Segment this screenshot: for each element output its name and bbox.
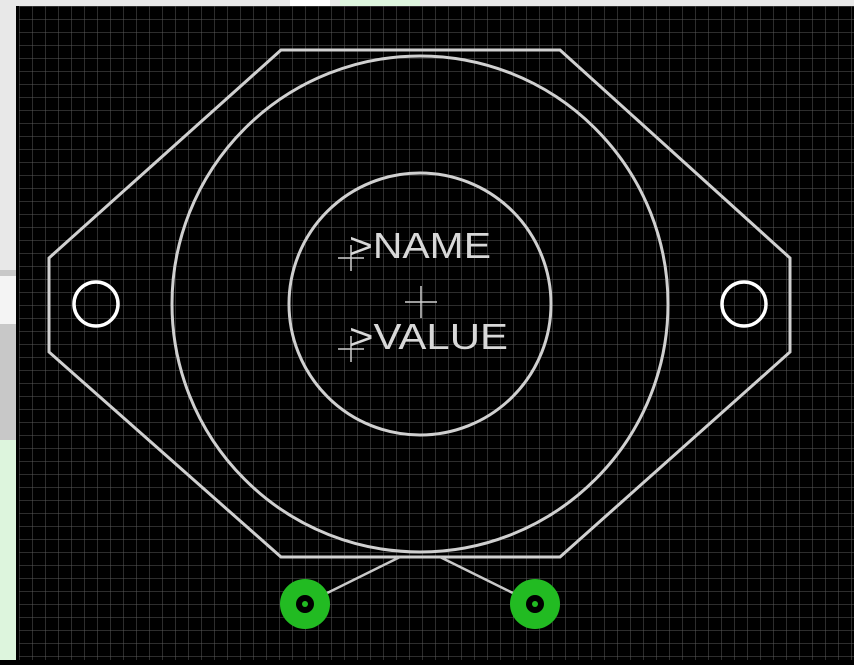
pad-1[interactable] xyxy=(280,579,330,629)
pcb-editor-canvas[interactable]: >NAME >VALUE xyxy=(0,0,854,660)
value-label[interactable]: >VALUE xyxy=(349,316,508,357)
pad-2[interactable] xyxy=(510,579,560,629)
name-label[interactable]: >NAME xyxy=(349,225,491,266)
